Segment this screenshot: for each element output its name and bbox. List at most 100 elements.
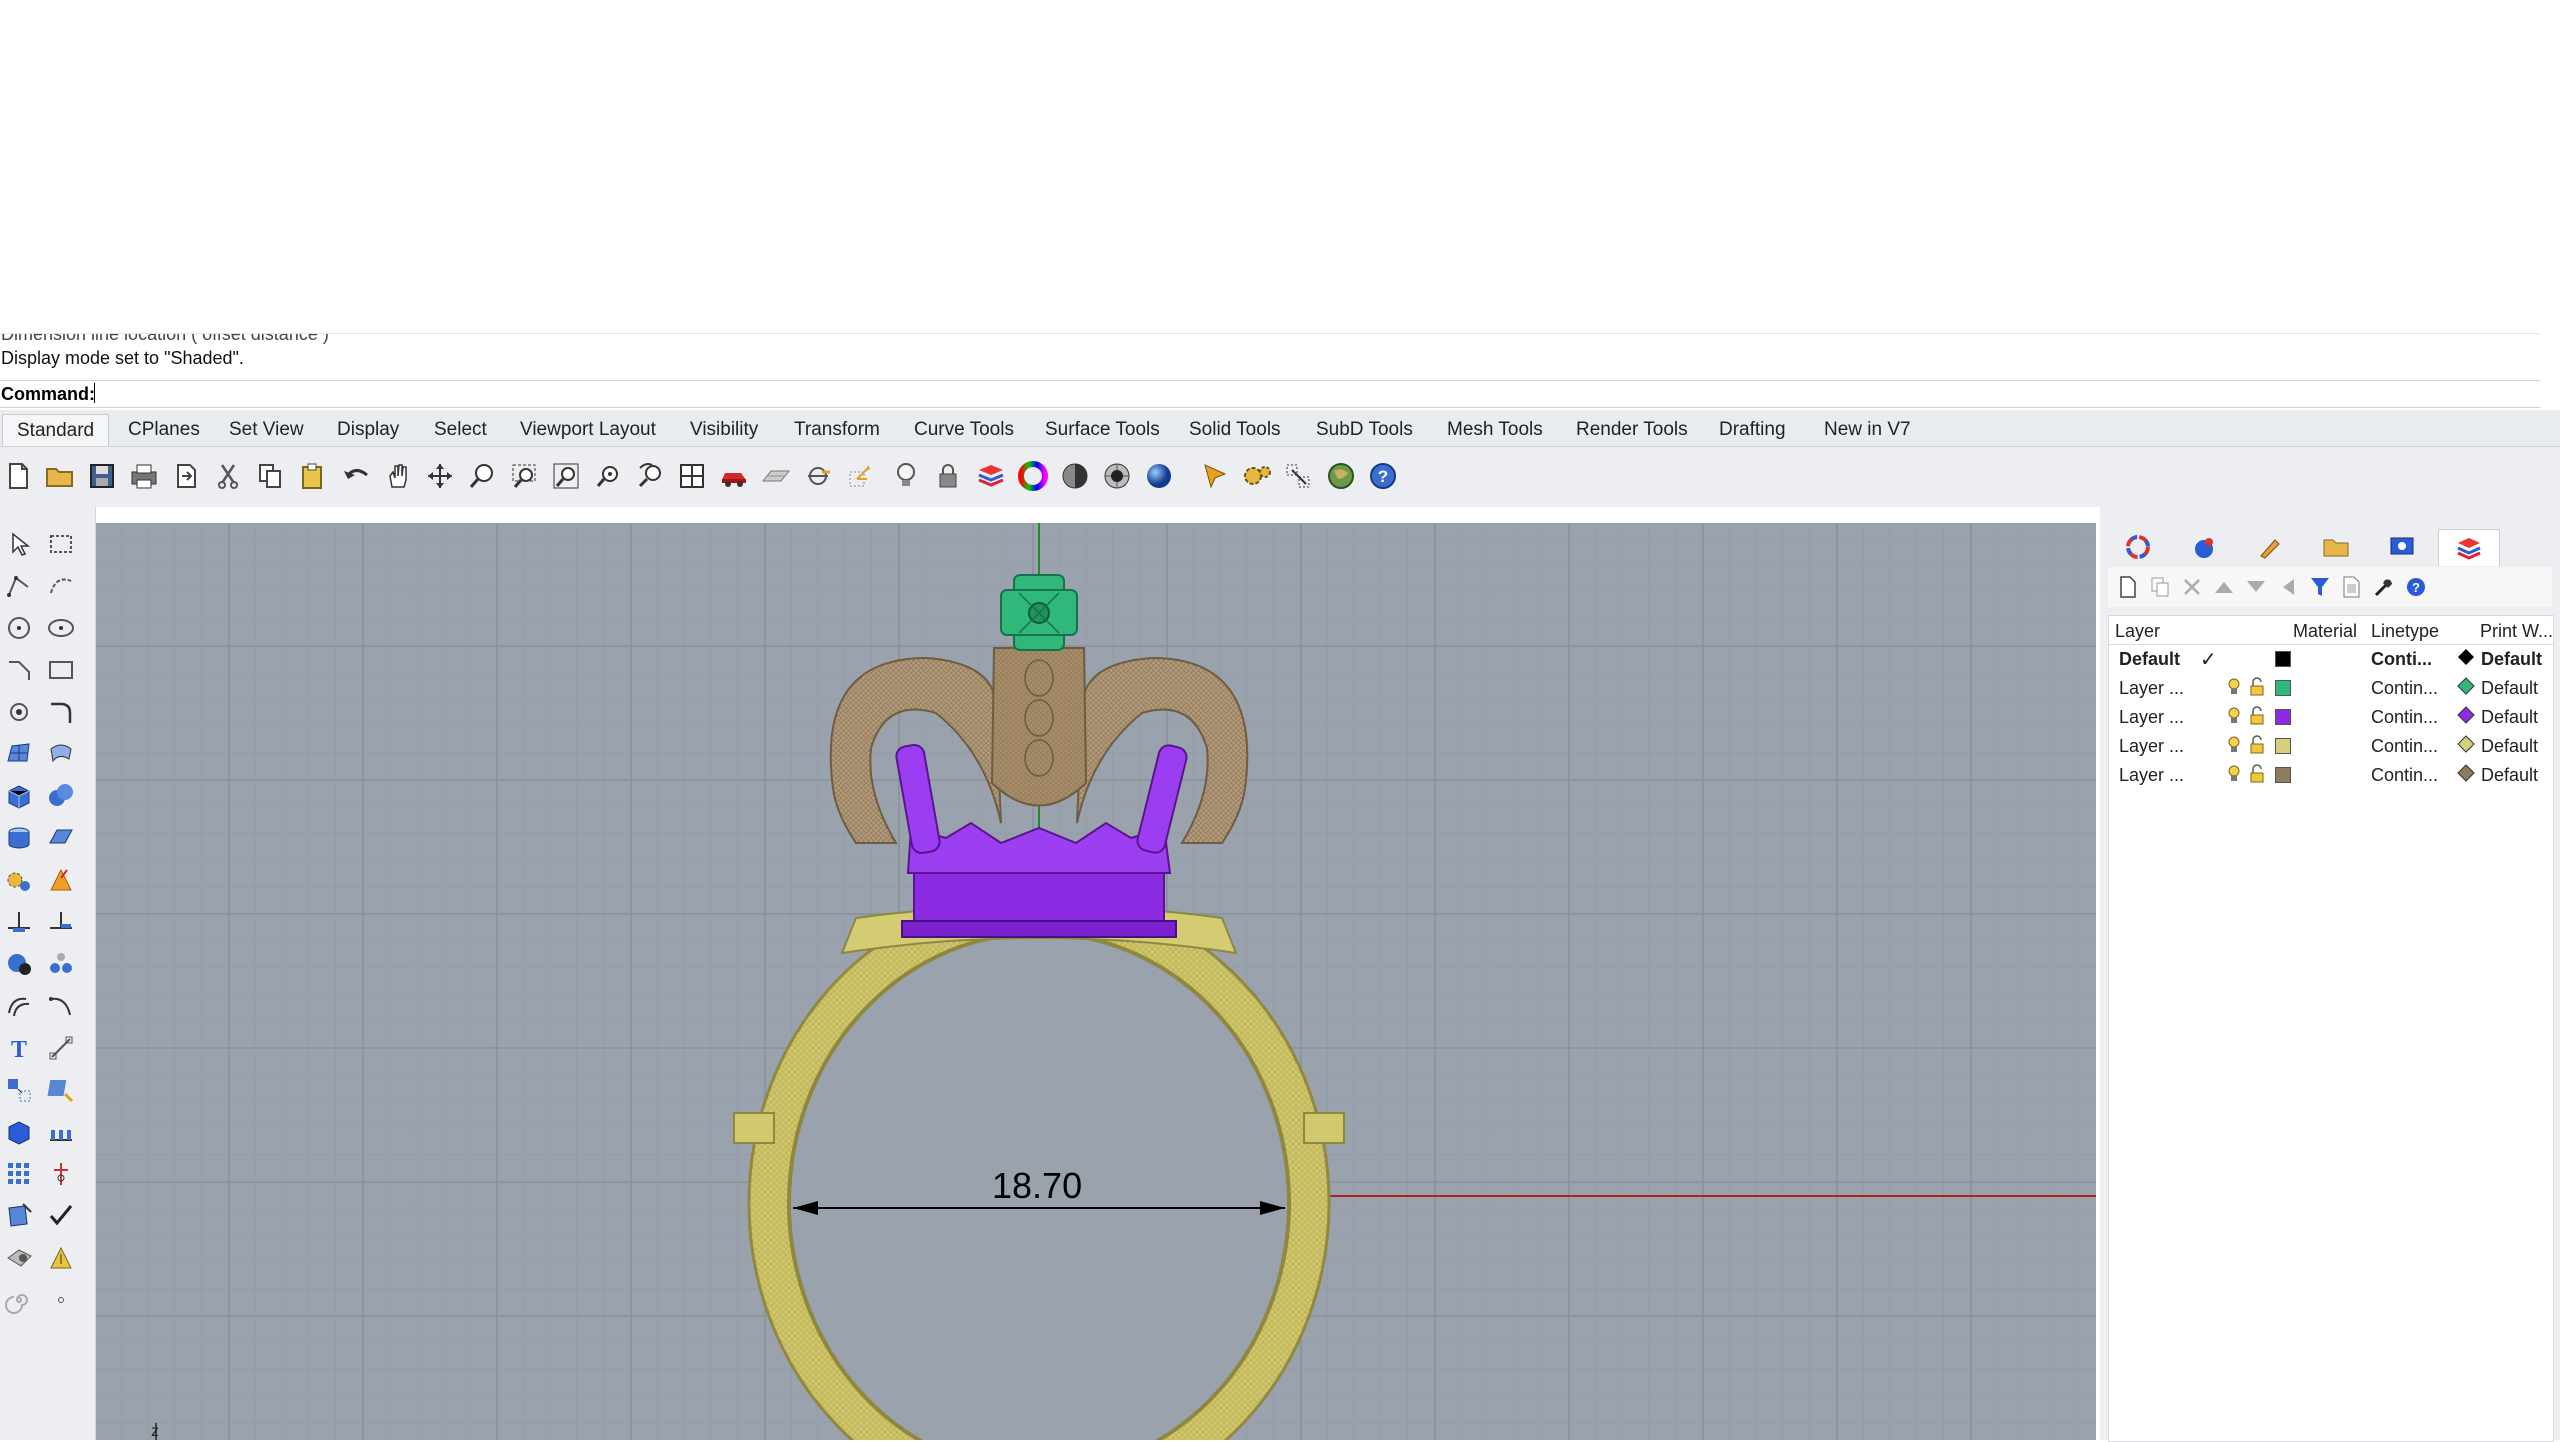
curve-icon[interactable]: [44, 569, 78, 603]
paste-icon[interactable]: [295, 459, 329, 493]
new-layer-icon[interactable]: [2116, 575, 2140, 599]
delete-icon[interactable]: [2180, 575, 2204, 599]
move-parent-icon[interactable]: [2276, 575, 2300, 599]
tab-drafting[interactable]: Drafting: [1705, 414, 1800, 446]
tab-solid-tools[interactable]: Solid Tools: [1175, 414, 1295, 446]
print-icon[interactable]: [127, 459, 161, 493]
boolean-icon[interactable]: [2, 947, 36, 981]
layer-print-width[interactable]: Default: [2481, 765, 2538, 786]
layer-row[interactable]: Layer ... Contin... Default: [2109, 732, 2553, 761]
render-brush-icon[interactable]: [2240, 529, 2300, 565]
zoom-window-icon[interactable]: [507, 459, 541, 493]
mesh-tools-icon[interactable]: [2, 863, 36, 897]
boolean-union-icon[interactable]: [44, 779, 78, 813]
color-wheel-icon[interactable]: [1016, 459, 1050, 493]
col-print-width[interactable]: Print W...: [2480, 621, 2553, 642]
loft-icon[interactable]: [44, 737, 78, 771]
point-icon[interactable]: [2, 695, 36, 729]
unlock-icon[interactable]: [2249, 706, 2265, 731]
trim-icon[interactable]: [44, 905, 78, 939]
layer-print-width[interactable]: Default: [2481, 736, 2538, 757]
light-icon[interactable]: [889, 459, 923, 493]
properties-color-icon[interactable]: [2108, 529, 2168, 565]
cut-icon[interactable]: [211, 459, 245, 493]
snap-icon[interactable]: [801, 459, 835, 493]
block-icon[interactable]: [2, 1115, 36, 1149]
settings-gear-icon[interactable]: [1240, 459, 1274, 493]
move-down-icon[interactable]: [2244, 575, 2268, 599]
col-material[interactable]: Material: [2293, 621, 2357, 642]
transform-icon[interactable]: [2, 1073, 36, 1107]
cplane-icon[interactable]: [759, 459, 793, 493]
filter-icon[interactable]: [1198, 459, 1232, 493]
layer-color-swatch[interactable]: [2275, 709, 2291, 725]
layer-color-swatch[interactable]: [2275, 767, 2291, 783]
layer-name[interactable]: Layer ...: [2119, 678, 2184, 699]
filter-layers-icon[interactable]: [2308, 575, 2332, 599]
move-view-icon[interactable]: [423, 459, 457, 493]
open-icon[interactable]: [43, 459, 77, 493]
layer-name[interactable]: Layer ...: [2119, 765, 2184, 786]
new-icon[interactable]: [1, 459, 35, 493]
scale-icon[interactable]: [44, 1073, 78, 1107]
layer-print-width[interactable]: Default: [2481, 707, 2538, 728]
unlock-icon[interactable]: [2249, 677, 2265, 702]
bulb-icon[interactable]: [2227, 764, 2241, 789]
save-icon[interactable]: [85, 459, 119, 493]
undo-icon[interactable]: [339, 459, 373, 493]
layer-color-swatch[interactable]: [2275, 651, 2291, 667]
ellipse-icon[interactable]: [44, 611, 78, 645]
layer-name[interactable]: Layer ...: [2119, 707, 2184, 728]
spiral-icon[interactable]: [2, 1283, 36, 1317]
render-icon[interactable]: [2, 1241, 36, 1275]
move-up-icon[interactable]: [2212, 575, 2236, 599]
cylinder-icon[interactable]: [2, 821, 36, 855]
command-input[interactable]: [94, 383, 1603, 403]
layer-print-width[interactable]: Default: [2481, 678, 2538, 699]
layer-row[interactable]: Layer ... Contin... Default: [2109, 703, 2553, 732]
tab-mesh-tools[interactable]: Mesh Tools: [1433, 414, 1557, 446]
layer-linetype[interactable]: Contin...: [2371, 678, 2438, 699]
array-linear-icon[interactable]: [44, 1115, 78, 1149]
layer-name[interactable]: Layer ...: [2119, 736, 2184, 757]
tab-set-view[interactable]: Set View: [215, 414, 318, 446]
tab-surface-tools[interactable]: Surface Tools: [1031, 414, 1174, 446]
tab-visibility[interactable]: Visibility: [676, 414, 772, 446]
array-icon[interactable]: [2, 1157, 36, 1191]
dimension-icon[interactable]: [1282, 459, 1316, 493]
tab-render-tools[interactable]: Render Tools: [1562, 414, 1702, 446]
layer-linetype[interactable]: Contin...: [2371, 736, 2438, 757]
gumball-icon[interactable]: [843, 459, 877, 493]
pan-icon[interactable]: [381, 459, 415, 493]
polyline-icon[interactable]: [2, 569, 36, 603]
copy-icon[interactable]: [253, 459, 287, 493]
four-views-icon[interactable]: [675, 459, 709, 493]
col-linetype[interactable]: Linetype: [2371, 621, 2439, 642]
zoom-icon[interactable]: [465, 459, 499, 493]
libraries-folder-icon[interactable]: [2306, 529, 2366, 565]
layer-linetype[interactable]: Contin...: [2371, 707, 2438, 728]
arc-icon[interactable]: [2, 653, 36, 687]
small-point-icon[interactable]: [44, 1283, 78, 1317]
rectangle-icon[interactable]: [44, 653, 78, 687]
blend-icon[interactable]: [44, 989, 78, 1023]
display-icon[interactable]: [2372, 529, 2432, 565]
extrude-icon[interactable]: [44, 821, 78, 855]
lock-icon[interactable]: [931, 459, 965, 493]
unlock-icon[interactable]: [2249, 735, 2265, 760]
tab-new-in-v7[interactable]: New in V7: [1810, 414, 1925, 446]
surface-icon[interactable]: [2, 737, 36, 771]
drafting-icon[interactable]: [44, 1241, 78, 1275]
import-icon[interactable]: [169, 459, 203, 493]
materials-icon[interactable]: [2174, 529, 2234, 565]
unlock-icon[interactable]: [2249, 764, 2265, 789]
dimension-tool-icon[interactable]: [44, 1031, 78, 1065]
zoom-selected-icon[interactable]: [591, 459, 625, 493]
select-arrow-icon[interactable]: [2, 527, 36, 561]
tab-transform[interactable]: Transform: [780, 414, 894, 446]
tools-icon[interactable]: [2372, 575, 2396, 599]
layer-icon[interactable]: [974, 459, 1008, 493]
layer-row[interactable]: Layer ... Contin... Default: [2109, 674, 2553, 703]
help-icon[interactable]: ?: [1366, 459, 1400, 493]
layer-help-icon[interactable]: ?: [2404, 575, 2428, 599]
